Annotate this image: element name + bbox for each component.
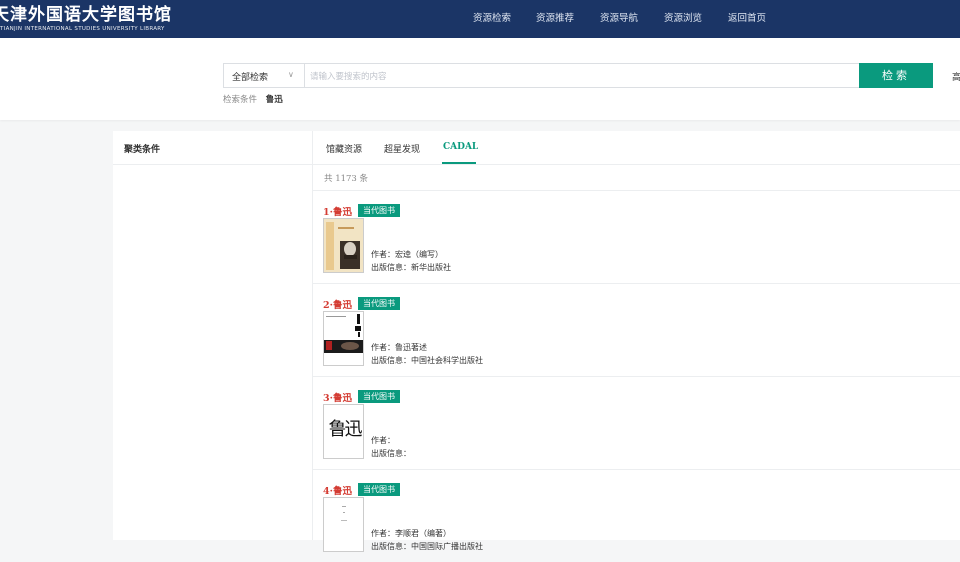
nav-resource-recommend[interactable]: 资源推荐 [536,10,574,24]
tab-cadal[interactable]: CADAL [443,142,478,152]
result-publisher: 出版信息：中国社会科学出版社 [371,356,483,365]
result-title-link[interactable]: 1·鲁迅 [323,204,352,218]
result-author: 作者： [371,436,395,445]
facets-header: 聚类条件 [113,131,312,165]
result-item: 2·鲁迅 当代图书 作者：鲁迅著述 出版信息：中国社会科学出版社 [313,284,960,377]
result-type-badge: 当代图书 [358,297,400,310]
advanced-search-link[interactable]: 高 [952,70,960,83]
search-band: 全部检索 ∨ 请输入要搜索的内容 检索 高 检索条件 鲁迅 [0,38,960,120]
result-publisher: 出版信息：新华出版社 [371,263,451,272]
book-cover-image[interactable]: 鲁迅 [323,404,364,459]
condition-label: 检索条件 [223,95,258,105]
book-cover-image[interactable] [323,218,364,273]
nav-resource-search[interactable]: 资源检索 [473,10,511,24]
results-panel: 馆藏资源 超星发现 CADAL 共 1173 条 1·鲁迅 当代图书 作者：宏逵… [313,131,960,552]
book-cover-image[interactable] [323,497,364,552]
result-author: 作者：宏逵（编写） [371,250,443,259]
condition-value[interactable]: 鲁迅 [266,95,283,105]
facets-title: 聚类条件 [124,145,161,155]
nav-back-home[interactable]: 返回首页 [728,10,766,24]
facets-panel: 聚类条件 [113,131,313,540]
result-count: 共 1173 条 [324,174,369,184]
nav-resource-browse[interactable]: 资源浏览 [664,10,702,24]
book-cover-image[interactable] [323,311,364,366]
search-input[interactable]: 请输入要搜索的内容 [310,70,387,82]
chevron-down-icon: ∨ [288,70,294,79]
search-scope-value: 全部检索 [232,73,269,83]
result-item: 3·鲁迅 当代图书 鲁迅 作者： 出版信息： [313,377,960,470]
active-tab-indicator [442,162,476,164]
result-title-link[interactable]: 2·鲁迅 [323,297,352,311]
result-author: 作者：李顺君（编著） [371,529,451,538]
tab-chaoxing-discovery[interactable]: 超星发现 [384,142,420,155]
result-title-link[interactable]: 4·鲁迅 [323,483,352,497]
result-type-badge: 当代图书 [358,483,400,496]
result-title-link[interactable]: 3·鲁迅 [323,390,352,404]
search-scope-select[interactable]: 全部检索 ∨ [224,64,305,87]
tab-library-collection[interactable]: 馆藏资源 [326,142,362,155]
result-type-badge: 当代图书 [358,204,400,217]
logo-english-text: TIANJIN INTERNATIONAL STUDIES UNIVERSITY… [0,26,165,32]
search-box: 全部检索 ∨ 请输入要搜索的内容 [223,63,860,88]
search-conditions: 检索条件 鲁迅 [223,93,283,105]
nav-resource-navigation[interactable]: 资源导航 [600,10,638,24]
library-logo[interactable]: 天津外国语大学图书馆 TIANJIN INTERNATIONAL STUDIES… [0,5,172,33]
result-item: 1·鲁迅 当代图书 作者：宏逵（编写） 出版信息：新华出版社 [313,191,960,284]
logo-chinese-text: 天津外国语大学图书馆 [0,5,172,25]
result-item: 4·鲁迅 当代图书 作者：李顺君（编著） 出版信息：中国国际广播出版社 [313,470,960,562]
source-tabs: 馆藏资源 超星发现 CADAL [313,131,960,165]
cover-title-text: 鲁迅 [328,419,363,440]
result-publisher: 出版信息：中国国际广播出版社 [371,542,483,551]
result-publisher: 出版信息： [371,449,411,458]
search-button[interactable]: 检索 [859,63,933,88]
top-header: 天津外国语大学图书馆 TIANJIN INTERNATIONAL STUDIES… [0,0,960,38]
result-type-badge: 当代图书 [358,390,400,403]
result-author: 作者：鲁迅著述 [371,343,427,352]
